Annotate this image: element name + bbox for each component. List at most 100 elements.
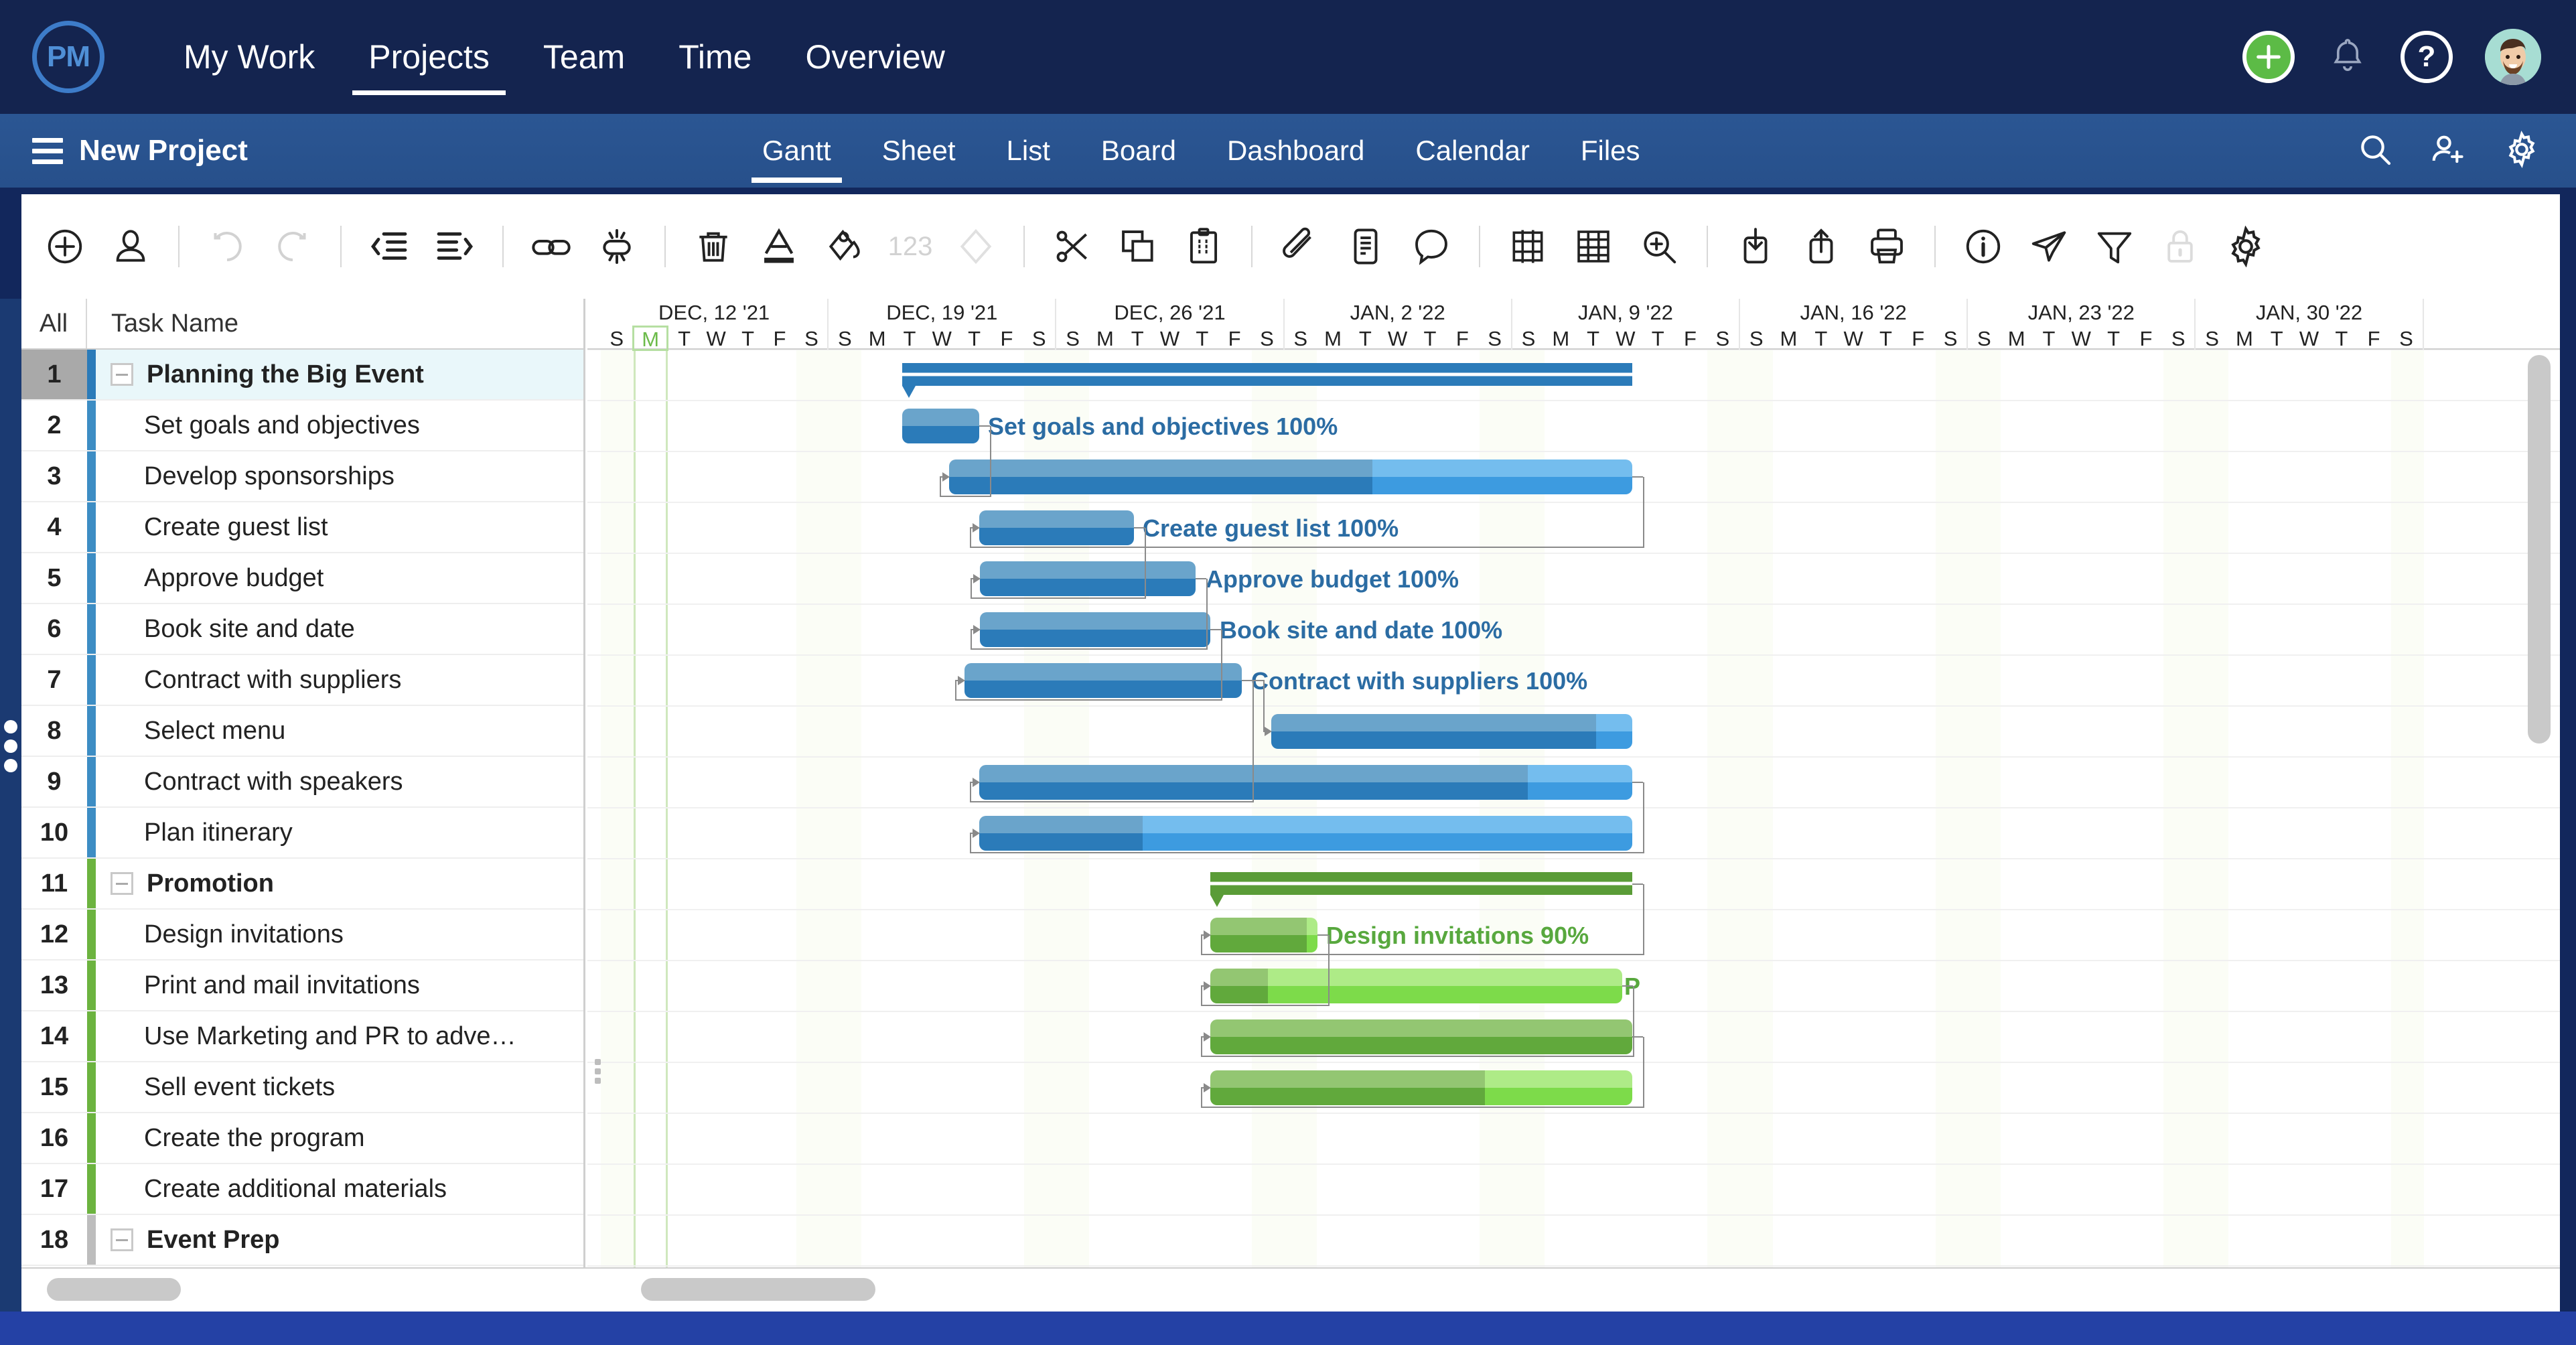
table-row[interactable]: 8 Select menu: [21, 706, 583, 757]
collapse-expand-icon[interactable]: [111, 363, 133, 386]
grid-icon[interactable]: [1570, 223, 1617, 270]
gantt-task-bar[interactable]: [1210, 1070, 1632, 1105]
avatar[interactable]: [2485, 29, 2541, 85]
row-number[interactable]: 9: [21, 757, 87, 806]
row-number[interactable]: 6: [21, 604, 87, 654]
plus-icon[interactable]: [2242, 31, 2295, 83]
paste-icon[interactable]: [1180, 223, 1227, 270]
table-row[interactable]: 10 Plan itinerary: [21, 808, 583, 859]
gantt-task-bar[interactable]: [949, 459, 1632, 494]
import-icon[interactable]: [1732, 223, 1779, 270]
gantt-task-bar[interactable]: [1271, 714, 1632, 749]
settings-gear-icon[interactable]: [2222, 223, 2269, 270]
search-icon[interactable]: [2356, 131, 2394, 171]
gantt-task-bar[interactable]: [902, 409, 979, 443]
task-name-cell[interactable]: Create the program: [96, 1113, 583, 1163]
gantt-task-bar[interactable]: [979, 765, 1632, 800]
number-format-icon[interactable]: 123: [887, 223, 934, 270]
row-number[interactable]: 1: [21, 350, 87, 399]
tab-gantt[interactable]: Gantt: [737, 114, 857, 188]
task-name-cell[interactable]: Planning the Big Event: [96, 350, 583, 399]
table-row[interactable]: 17 Create additional materials: [21, 1164, 583, 1215]
app-logo[interactable]: PM: [32, 21, 104, 93]
collapse-expand-icon[interactable]: [111, 872, 133, 895]
copy-icon[interactable]: [1115, 223, 1161, 270]
table-row[interactable]: 16 Create the program: [21, 1113, 583, 1164]
table-row[interactable]: 5 Approve budget: [21, 553, 583, 604]
assign-resource-icon[interactable]: [107, 223, 154, 270]
task-name-cell[interactable]: Select menu: [96, 706, 583, 756]
left-horizontal-scrollbar-thumb[interactable]: [47, 1278, 181, 1301]
task-name-cell[interactable]: Contract with suppliers: [96, 655, 583, 705]
attachment-icon[interactable]: [1277, 223, 1323, 270]
hamburger-menu-icon[interactable]: [32, 132, 63, 170]
table-row[interactable]: 7 Contract with suppliers: [21, 655, 583, 706]
tab-list[interactable]: List: [981, 114, 1076, 188]
nav-item-overview[interactable]: Overview: [778, 0, 971, 114]
tab-files[interactable]: Files: [1555, 114, 1666, 188]
tab-calendar[interactable]: Calendar: [1390, 114, 1555, 188]
task-name-cell[interactable]: Event Prep: [96, 1215, 583, 1265]
table-row[interactable]: 6 Book site and date: [21, 604, 583, 655]
nav-item-team[interactable]: Team: [516, 0, 652, 114]
add-user-icon[interactable]: [2429, 130, 2467, 172]
task-name-cell[interactable]: Plan itinerary: [96, 808, 583, 857]
tab-sheet[interactable]: Sheet: [857, 114, 981, 188]
gantt-task-bar[interactable]: [1210, 969, 1622, 1003]
project-name[interactable]: New Project: [79, 134, 248, 167]
row-number[interactable]: 11: [21, 859, 87, 908]
font-color-icon[interactable]: [756, 223, 802, 270]
gantt-task-bar[interactable]: [980, 561, 1196, 596]
gantt-summary-bar[interactable]: [902, 363, 1632, 398]
table-row[interactable]: 9 Contract with speakers: [21, 757, 583, 808]
task-name-cell[interactable]: Contract with speakers: [96, 757, 583, 806]
send-icon[interactable]: [2025, 223, 2072, 270]
export-icon[interactable]: [1798, 223, 1845, 270]
print-icon[interactable]: [1863, 223, 1910, 270]
comment-icon[interactable]: [1408, 223, 1455, 270]
panel-splitter-handle[interactable]: [595, 1056, 601, 1087]
task-name-cell[interactable]: Approve budget: [96, 553, 583, 603]
diamond-milestone-icon[interactable]: [952, 223, 999, 270]
table-row[interactable]: 14 Use Marketing and PR to adve…: [21, 1011, 583, 1062]
gantt-task-bar[interactable]: [1210, 918, 1317, 952]
task-name-cell[interactable]: Promotion: [96, 859, 583, 908]
gantt-task-bar[interactable]: [979, 816, 1632, 851]
vertical-scrollbar-thumb[interactable]: [2528, 355, 2551, 744]
task-name-cell[interactable]: Sell event tickets: [96, 1062, 583, 1112]
outdent-icon[interactable]: [366, 223, 413, 270]
redo-icon[interactable]: [269, 223, 316, 270]
table-row[interactable]: 2 Set goals and objectives: [21, 401, 583, 451]
gantt-task-bar[interactable]: [980, 612, 1210, 647]
collapse-expand-icon[interactable]: [111, 1228, 133, 1251]
filter-icon[interactable]: [2091, 223, 2138, 270]
task-name-cell[interactable]: Print and mail invitations: [96, 961, 583, 1010]
unlink-tasks-icon[interactable]: [593, 223, 640, 270]
gantt-task-bar[interactable]: [964, 663, 1242, 698]
gantt-summary-bar[interactable]: [1210, 872, 1632, 907]
undo-icon[interactable]: [204, 223, 251, 270]
panel-drag-handle[interactable]: [4, 714, 17, 778]
table-row[interactable]: 1 Planning the Big Event: [21, 350, 583, 401]
question-mark-icon[interactable]: ?: [2401, 31, 2453, 83]
task-name-cell[interactable]: Use Marketing and PR to adve…: [96, 1011, 583, 1061]
column-header-task-name[interactable]: Task Name: [87, 299, 583, 348]
lock-icon[interactable]: [2157, 223, 2204, 270]
table-row[interactable]: 18 Event Prep: [21, 1215, 583, 1266]
add-task-icon[interactable]: [42, 223, 88, 270]
row-number[interactable]: 12: [21, 910, 87, 959]
cut-icon[interactable]: [1049, 223, 1096, 270]
tab-board[interactable]: Board: [1076, 114, 1202, 188]
gear-icon[interactable]: [2502, 130, 2541, 172]
table-row[interactable]: 12 Design invitations: [21, 910, 583, 961]
row-number[interactable]: 18: [21, 1215, 87, 1265]
row-number[interactable]: 13: [21, 961, 87, 1010]
table-row[interactable]: 4 Create guest list: [21, 502, 583, 553]
row-number[interactable]: 15: [21, 1062, 87, 1112]
task-name-cell[interactable]: Book site and date: [96, 604, 583, 654]
task-name-cell[interactable]: Set goals and objectives: [96, 401, 583, 450]
task-name-cell[interactable]: Create guest list: [96, 502, 583, 552]
gantt-task-bar[interactable]: [979, 510, 1134, 545]
row-number[interactable]: 16: [21, 1113, 87, 1163]
notes-icon[interactable]: [1342, 223, 1389, 270]
